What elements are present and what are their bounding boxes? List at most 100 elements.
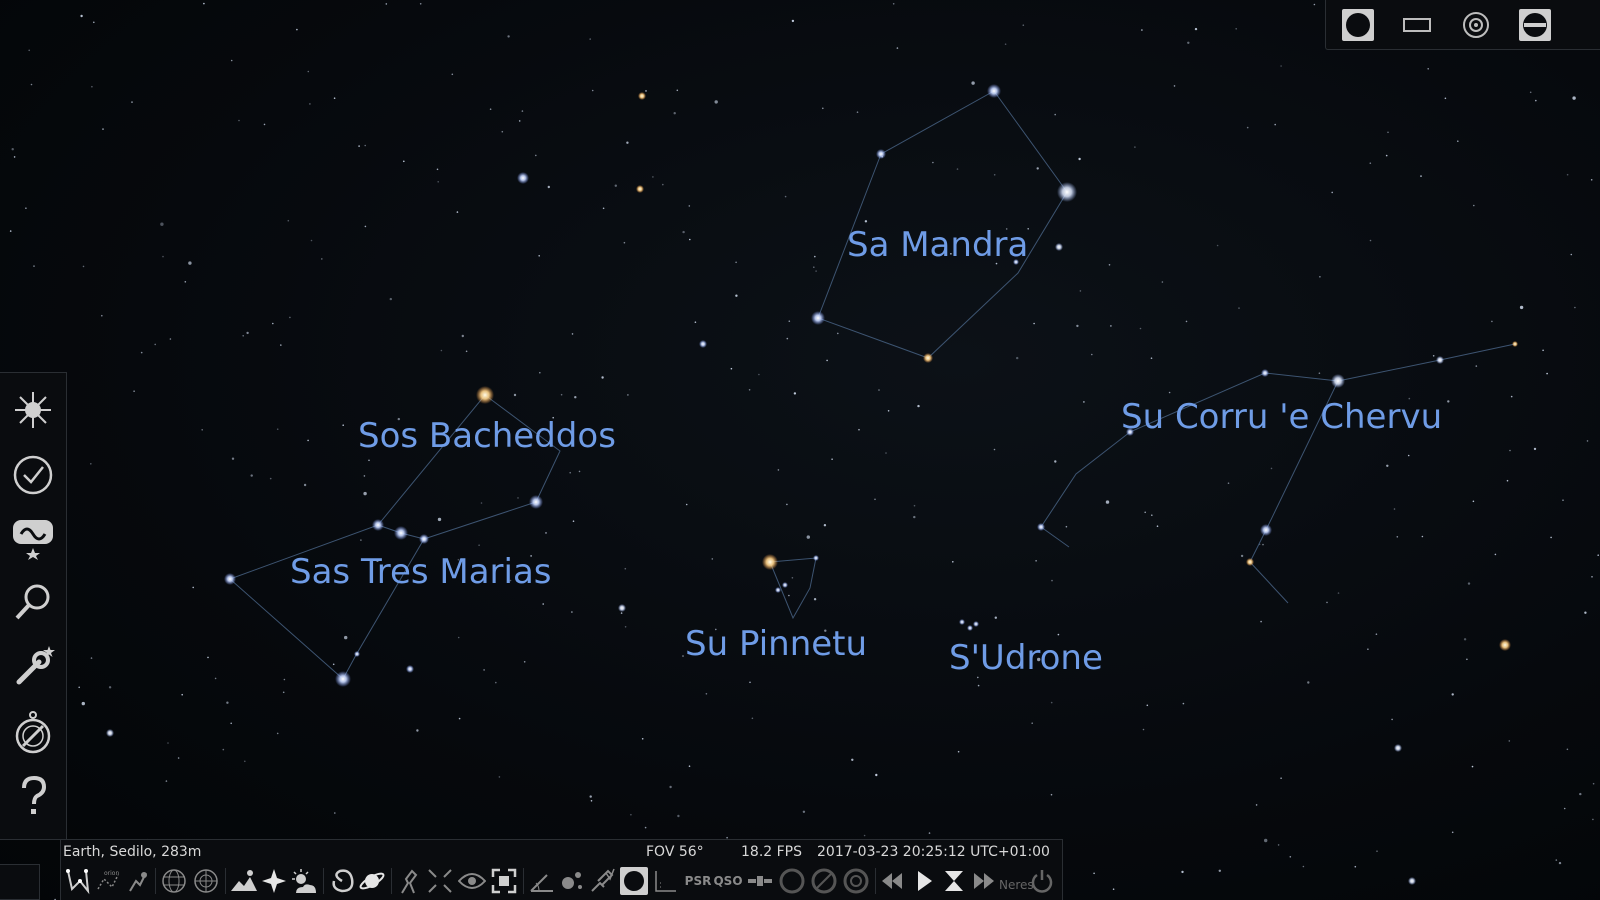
background-star — [1078, 157, 1081, 161]
background-star — [1376, 850, 1378, 852]
equatorial-grid-button[interactable] — [159, 865, 189, 897]
search-window-button[interactable] — [8, 577, 58, 627]
background-star — [465, 350, 468, 353]
satellites-button[interactable] — [745, 865, 775, 897]
background-star — [1151, 514, 1153, 516]
azimuthal-grid-button[interactable] — [191, 865, 221, 897]
background-star — [1535, 99, 1537, 102]
nebulae-button[interactable] — [327, 865, 357, 897]
bottom-toolbar: Earth, Sedilo, 283m FOV 56° 18.2 FPS 201… — [60, 839, 1063, 900]
background-star — [590, 800, 593, 802]
background-star — [518, 120, 521, 122]
background-star — [419, 3, 422, 5]
sky-view-options-button[interactable] — [8, 513, 58, 563]
constellation-lines-button[interactable] — [63, 865, 93, 897]
quit-button[interactable] — [1027, 865, 1057, 897]
pulsars-button[interactable]: PSR — [683, 865, 713, 897]
full-screen-button[interactable] — [489, 865, 519, 897]
compass-marks-button[interactable] — [777, 865, 807, 897]
quasars-button[interactable]: QSO — [713, 865, 743, 897]
background-star — [1447, 400, 1450, 403]
ocular-button[interactable] — [1456, 6, 1496, 44]
background-star — [1471, 765, 1474, 768]
play-button[interactable] — [909, 865, 939, 897]
background-star — [813, 266, 815, 269]
background-star — [1289, 856, 1292, 858]
cardinal-points-button[interactable] — [259, 865, 289, 897]
sky-options-icon — [13, 520, 53, 560]
background-star — [993, 174, 996, 176]
atmosphere-icon — [292, 869, 316, 893]
ring-icon — [779, 868, 805, 894]
telescope-icon — [591, 868, 615, 892]
background-star — [777, 469, 780, 471]
background-star — [1432, 355, 1435, 357]
background-star — [1457, 140, 1459, 142]
background-star — [569, 471, 571, 474]
datetime-status: 2017-03-23 20:25:12 UTC+01:00 — [817, 844, 1050, 860]
constellation-labels-button[interactable]: orion — [93, 865, 123, 897]
night-vision-button[interactable] — [457, 865, 487, 897]
background-star — [1558, 861, 1562, 865]
center-on-object-button[interactable] — [425, 865, 455, 897]
background-star — [238, 119, 240, 122]
star — [973, 621, 979, 627]
constellation-art-button[interactable] — [123, 865, 153, 897]
background-star — [1035, 560, 1037, 562]
background-star — [1031, 722, 1033, 724]
angle-measure-button[interactable] — [527, 865, 557, 897]
atmosphere-button[interactable] — [289, 865, 319, 897]
help-window-button[interactable] — [8, 771, 58, 821]
night-mode-button[interactable] — [1338, 6, 1378, 44]
background-star — [101, 314, 103, 317]
background-star — [368, 459, 370, 462]
planet-icon — [359, 872, 385, 890]
background-star — [802, 810, 806, 813]
date-time-window-button[interactable] — [8, 450, 58, 500]
configuration-window-button[interactable] — [8, 641, 58, 691]
ground-button[interactable] — [229, 865, 259, 897]
background-star — [289, 316, 291, 319]
background-star — [231, 457, 235, 460]
fullscreen-button[interactable] — [1397, 6, 1437, 44]
background-star — [276, 732, 279, 735]
oculars-button[interactable] — [587, 865, 617, 897]
telescope-view-button[interactable] — [1515, 6, 1555, 44]
exoplanets-button[interactable] — [557, 865, 587, 897]
background-star — [495, 681, 497, 684]
background-star — [711, 558, 714, 560]
astro-calc-window-button[interactable] — [8, 707, 58, 757]
background-star — [501, 130, 504, 133]
set-time-now-button[interactable] — [939, 865, 969, 897]
background-star — [483, 669, 485, 671]
background-star — [1475, 365, 1478, 367]
background-star — [1467, 582, 1471, 585]
star — [354, 651, 360, 657]
background-star — [688, 765, 691, 767]
background-star — [321, 258, 323, 260]
increase-time-speed-button[interactable] — [969, 865, 999, 897]
background-star — [272, 322, 274, 325]
background-star — [30, 83, 33, 86]
star — [699, 340, 707, 348]
decrease-time-speed-button[interactable] — [877, 865, 907, 897]
background-star — [917, 404, 920, 408]
background-star — [344, 635, 348, 640]
supernovae-button[interactable] — [841, 865, 871, 897]
background-star — [403, 160, 405, 163]
background-star — [932, 161, 934, 164]
star — [224, 573, 236, 585]
sky-view[interactable]: Sa Mandra Sos Bacheddos Sas Tres Marias … — [0, 0, 1600, 900]
planets-button[interactable] — [357, 865, 387, 897]
separator — [155, 868, 156, 894]
background-star — [521, 110, 524, 112]
solar-system-editor-button[interactable] — [809, 865, 839, 897]
meteor-showers-button[interactable] — [651, 865, 681, 897]
background-star — [1369, 162, 1372, 164]
background-star — [1529, 91, 1532, 94]
ocular-toggle-button[interactable] — [619, 865, 649, 897]
equatorial-mount-button[interactable] — [395, 865, 425, 897]
background-star — [856, 111, 859, 113]
location-window-button[interactable] — [8, 385, 58, 435]
background-star — [1326, 601, 1328, 604]
